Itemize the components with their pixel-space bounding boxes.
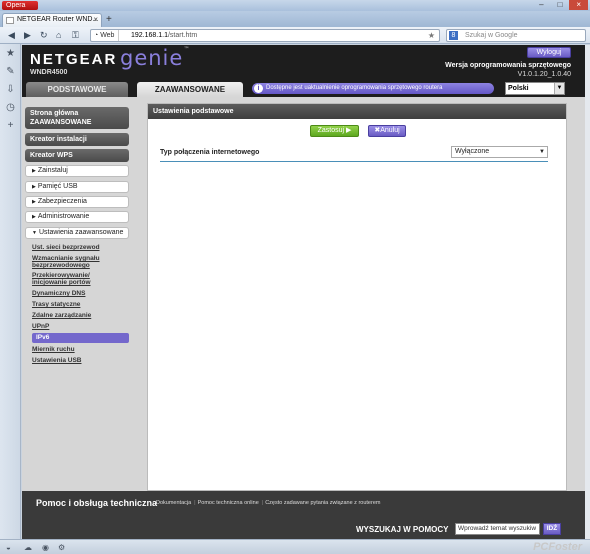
apply-button[interactable]: Zastosuj ▶ bbox=[310, 125, 359, 137]
page-favicon-icon bbox=[6, 17, 14, 24]
reload-icon[interactable]: ↻ bbox=[40, 30, 48, 41]
netgear-header: NETGEAR genie™ WNDR4500 Wyloguj Wersja o… bbox=[22, 45, 585, 81]
help-link-documentation[interactable]: Dokumentacja bbox=[156, 500, 191, 506]
tab-close-icon[interactable]: × bbox=[93, 14, 98, 26]
cloud-icon[interactable]: ☁ bbox=[24, 543, 32, 552]
help-link-faq[interactable]: Często zadawane pytania związane z route… bbox=[265, 500, 380, 506]
menu-item-usb-storage[interactable]: ▶ Pamięć USB bbox=[25, 181, 129, 193]
new-tab-button[interactable]: + bbox=[106, 15, 112, 25]
back-icon[interactable]: ◀ bbox=[8, 30, 15, 41]
opera-menu-button[interactable]: Opera bbox=[2, 1, 38, 10]
search-input[interactable]: 8 Szukaj w Google bbox=[446, 29, 586, 42]
close-window-icon[interactable]: × bbox=[569, 0, 589, 10]
submenu-dynamic-dns[interactable]: Dynamiczny DNS bbox=[32, 290, 85, 297]
submenu-remote-management[interactable]: Zdalne zarządzanie bbox=[32, 312, 91, 319]
browser-tab[interactable]: NETGEAR Router WND... × bbox=[2, 13, 102, 27]
side-panel: ★ ✎ ⇩ ◷ + bbox=[0, 44, 21, 539]
site-info-badge[interactable]: ◔ Web bbox=[94, 30, 120, 41]
firmware-update-notice[interactable]: i Dostępne jest uaktualnienie oprogramow… bbox=[252, 83, 494, 94]
triangle-right-icon: ▶ bbox=[32, 184, 36, 190]
speed-dial-icon[interactable]: ◒ bbox=[6, 543, 11, 552]
menu-item-administration[interactable]: ▶ Administrowanie bbox=[25, 211, 129, 223]
turbo-icon[interactable]: ◉ bbox=[42, 543, 49, 552]
submenu-wireless-repeating[interactable]: Wzmacnianie sygnału bezprzewodowego bbox=[32, 255, 122, 269]
browser-tab-title: NETGEAR Router WND... bbox=[17, 16, 99, 23]
submenu-static-routes[interactable]: Trasy statyczne bbox=[32, 301, 80, 308]
add-panel-icon[interactable]: + bbox=[5, 120, 16, 131]
help-link-online-support[interactable]: Pomoc techniczna online bbox=[198, 500, 259, 506]
browser-toolbar: ◀ ▶ ↻ ⌂ ⚿ ◔ Web 192.168.1.1/start.htm ★ … bbox=[0, 27, 590, 44]
home-icon[interactable]: ⌂ bbox=[56, 30, 61, 41]
help-footer: Pomoc i obsługa techniczna Dokumentacja |… bbox=[22, 491, 585, 539]
cancel-button[interactable]: ✖Anuluj bbox=[368, 125, 406, 137]
browser-tabbar: NETGEAR Router WND... × + bbox=[0, 11, 590, 27]
browser-titlebar: Opera – □ × bbox=[0, 0, 590, 11]
key-icon[interactable]: ⚿ bbox=[72, 30, 79, 41]
help-links: Dokumentacja | Pomoc techniczna online | Czę… bbox=[156, 500, 381, 506]
language-select[interactable]: Polski ▼ bbox=[505, 82, 565, 95]
tab-advanced[interactable]: ZAAWANSOWANE bbox=[137, 82, 243, 97]
submenu-port-forwarding[interactable]: Przekierowywanie/ inicjowanie portów bbox=[32, 272, 122, 286]
info-icon: i bbox=[254, 84, 263, 93]
help-search-label: WYSZUKAJ W POMOCY bbox=[356, 525, 449, 534]
help-go-button[interactable]: IDŹ bbox=[543, 523, 561, 535]
triangle-right-icon: ▶ bbox=[32, 199, 36, 205]
submenu-usb-settings[interactable]: Ustawienia USB bbox=[32, 357, 82, 364]
logout-button[interactable]: Wyloguj bbox=[527, 47, 571, 58]
tab-basic[interactable]: PODSTAWOWE bbox=[26, 82, 128, 97]
connection-type-select[interactable]: Wyłączone ▼ bbox=[451, 146, 548, 158]
submenu-upnp[interactable]: UPnP bbox=[32, 323, 49, 330]
main-tabstrip: PODSTAWOWE ZAAWANSOWANE i Dostępne jest … bbox=[22, 81, 585, 97]
menu-advanced-home[interactable]: Strona główna ZAAWANSOWANE bbox=[25, 107, 129, 129]
netgear-logo: NETGEAR bbox=[30, 51, 118, 68]
menu-item-advanced-setup[interactable]: ▼ Ustawienia zaawansowane bbox=[25, 227, 129, 239]
menu-item-setup[interactable]: ▶ Zainstaluj bbox=[25, 165, 129, 177]
minimize-icon[interactable]: – bbox=[532, 0, 551, 10]
bookmarks-star-icon[interactable]: ★ bbox=[5, 48, 16, 59]
router-model: WNDR4500 bbox=[30, 69, 68, 76]
search-placeholder: Szukaj w Google bbox=[465, 32, 518, 39]
chevron-down-icon: ▼ bbox=[554, 83, 564, 94]
google-icon[interactable]: 8 bbox=[449, 31, 458, 40]
submenu-ipv6[interactable]: IPv6 bbox=[32, 333, 129, 343]
genie-logo: genie™ bbox=[120, 46, 191, 70]
watermark: PCFoster bbox=[533, 541, 582, 553]
page-viewport: NETGEAR genie™ WNDR4500 Wyloguj Wersja o… bbox=[22, 45, 585, 539]
menu-setup-wizard[interactable]: Kreator instalacji bbox=[25, 133, 129, 146]
firmware-version: V1.0.1.20_1.0.40 bbox=[517, 71, 571, 78]
notes-icon[interactable]: ✎ bbox=[5, 66, 16, 77]
maximize-icon[interactable]: □ bbox=[551, 0, 570, 10]
forward-icon[interactable]: ▶ bbox=[24, 30, 31, 41]
downloads-icon[interactable]: ⇩ bbox=[5, 84, 16, 95]
firmware-label: Wersja oprogramowania sprzętowego bbox=[445, 62, 571, 69]
settings-icon[interactable]: ⚙ bbox=[58, 543, 65, 552]
chevron-down-icon: ▼ bbox=[539, 149, 545, 155]
help-title: Pomoc i obsługa techniczna bbox=[36, 498, 158, 508]
panel-title: Ustawienia podstawowe bbox=[148, 104, 566, 119]
firmware-update-text: Dostępne jest uaktualnienie oprogramowan… bbox=[266, 85, 443, 91]
browser-statusbar: ◒ ☁ ◉ ⚙ PCFoster bbox=[0, 539, 590, 554]
help-search-input[interactable]: Wprowadź temat wyszukiw bbox=[455, 523, 540, 535]
bookmark-star-icon[interactable]: ★ bbox=[428, 30, 435, 41]
triangle-right-icon: ▶ bbox=[32, 214, 36, 220]
panel-divider bbox=[160, 161, 548, 162]
url-text: 192.168.1.1/start.htm bbox=[131, 32, 198, 39]
triangle-right-icon: ▶ bbox=[32, 168, 36, 174]
page-scrollbar[interactable] bbox=[585, 45, 590, 539]
address-field[interactable]: ◔ Web 192.168.1.1/start.htm ★ bbox=[90, 29, 440, 42]
window-controls: – □ × bbox=[532, 0, 589, 10]
settings-panel: Ustawienia podstawowe Zastosuj ▶ ✖Anuluj… bbox=[147, 103, 567, 491]
history-icon[interactable]: ◷ bbox=[5, 102, 16, 113]
connection-type-label: Typ połączenia internetowego bbox=[160, 149, 260, 156]
submenu-traffic-meter[interactable]: Miernik ruchu bbox=[32, 346, 75, 353]
menu-item-security[interactable]: ▶ Zabezpieczenia bbox=[25, 196, 129, 208]
triangle-down-icon: ▼ bbox=[32, 230, 37, 236]
submenu-wireless-settings[interactable]: Ust. sieci bezprzewod bbox=[32, 244, 100, 251]
menu-wps-wizard[interactable]: Kreator WPS bbox=[25, 149, 129, 162]
